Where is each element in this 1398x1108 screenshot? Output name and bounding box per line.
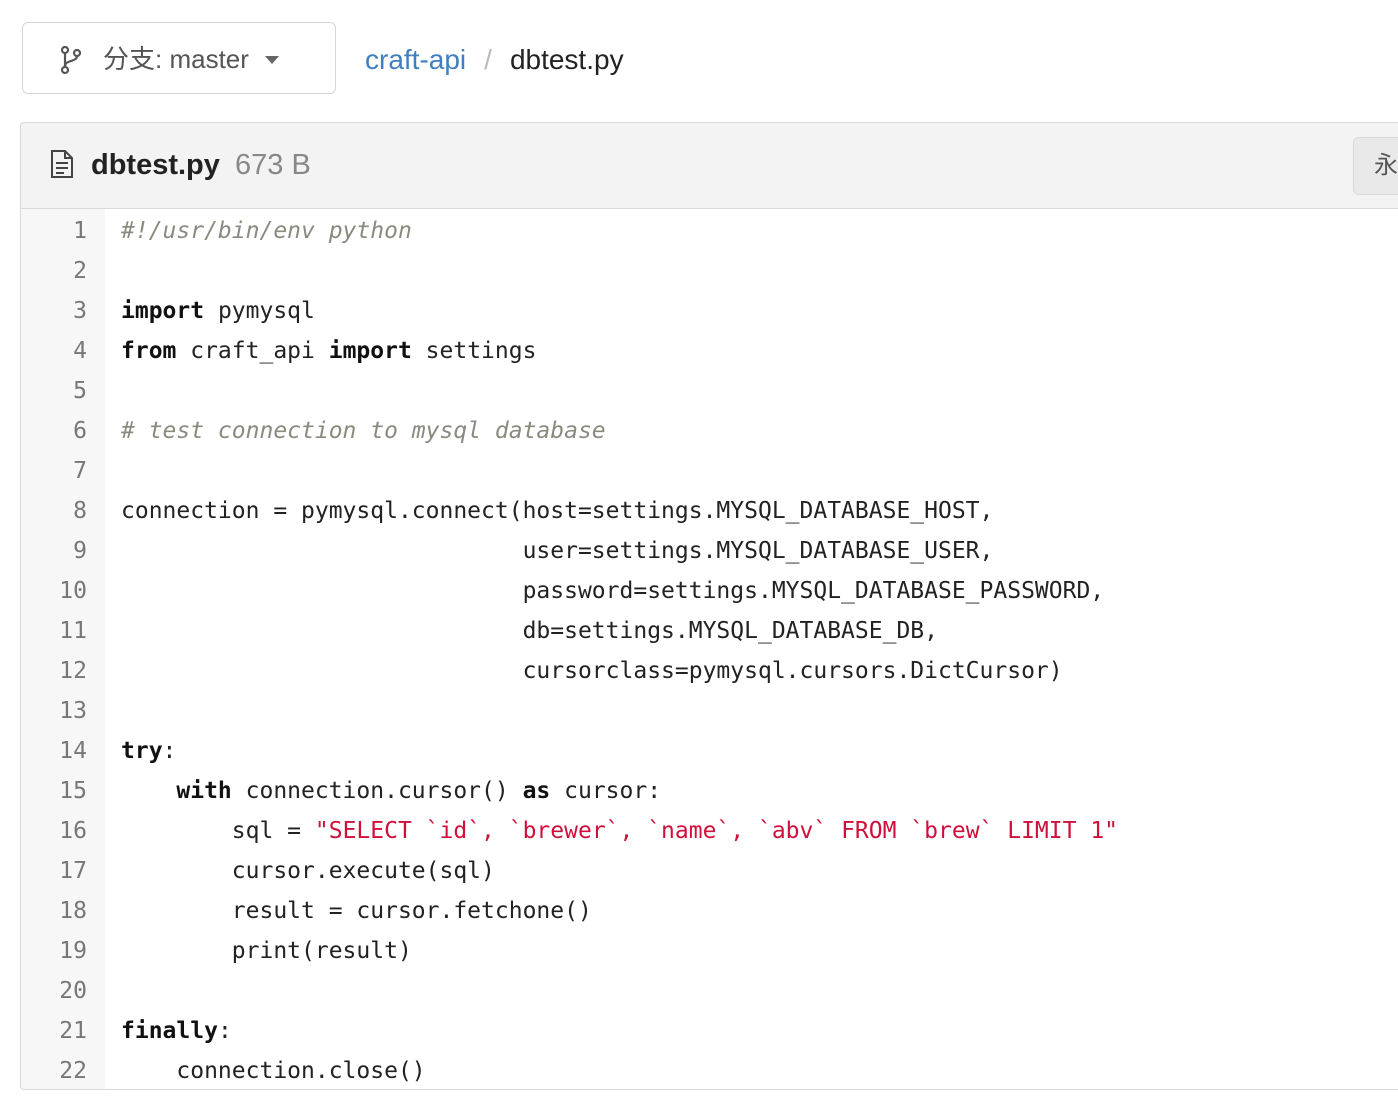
code-token: # test connection to mysql database: [121, 418, 606, 444]
code-token: settings: [411, 338, 537, 364]
breadcrumb-current-file: dbtest.py: [509, 44, 624, 75]
line-number[interactable]: 16: [21, 811, 87, 851]
code-token: as: [522, 778, 551, 804]
code-line: user=settings.MYSQL_DATABASE_USER,: [121, 531, 994, 571]
code-line: with connection.cursor() as cursor:: [121, 771, 661, 811]
code-token: cursorclass=pymysql.cursors.DictCursor): [121, 658, 1063, 684]
file-viewer: dbtest.py 673 B 永久链接 1234567891011121314…: [20, 122, 1398, 1090]
breadcrumb: craft-api / dbtest.py: [365, 36, 624, 84]
branch-label: 分支: master: [103, 44, 249, 74]
code-line: connection = pymysql.connect(host=settin…: [121, 491, 993, 531]
file-name: dbtest.py: [91, 149, 220, 181]
code-line: from craft_api import settings: [121, 331, 536, 371]
line-number[interactable]: 2: [21, 251, 87, 291]
code-line: print(result): [121, 931, 412, 971]
code-token: import: [121, 298, 205, 324]
code-token: :: [162, 738, 177, 764]
code-token: user=settings.MYSQL_DATABASE_USER,: [121, 538, 994, 564]
line-number[interactable]: 17: [21, 851, 87, 891]
code-line: result = cursor.fetchone(): [121, 891, 592, 931]
chevron-down-icon: [265, 56, 279, 64]
code-area: 1 2 3 4 5 6 7 8 9 10 11 12 13 14 15 16 17 18 19 20 21 22 #!/u…: [21, 209, 1398, 1089]
code-line: #!/usr/bin/env python: [121, 211, 412, 251]
line-number[interactable]: 18: [21, 891, 87, 931]
line-number[interactable]: 3: [21, 291, 87, 331]
line-number[interactable]: 5: [21, 371, 87, 411]
code-token: :: [217, 1018, 232, 1044]
code-token: pymysql: [204, 298, 315, 324]
git-branch-icon: [60, 45, 82, 75]
line-number[interactable]: 12: [21, 651, 87, 691]
code-token: #!/usr/bin/env python: [121, 218, 412, 244]
code-line: password=settings.MYSQL_DATABASE_PASSWOR…: [121, 571, 1105, 611]
line-number[interactable]: 6: [21, 411, 87, 451]
code-token: try: [121, 738, 163, 764]
line-number[interactable]: 22: [21, 1051, 87, 1089]
line-number[interactable]: 15: [21, 771, 87, 811]
code-line: # test connection to mysql database: [121, 411, 606, 451]
code-token: finally: [121, 1018, 218, 1044]
code-token: craft_api: [176, 338, 329, 364]
code-line: cursor.execute(sql): [121, 851, 495, 891]
line-number[interactable]: 13: [21, 691, 87, 731]
branch-selector-button[interactable]: 分支: master: [22, 22, 336, 94]
code-token: result = cursor.fetchone(): [121, 898, 592, 924]
file-header: dbtest.py 673 B 永久链接: [21, 123, 1398, 209]
code-token: "SELECT `id`, `brewer`, `name`, `abv` FR…: [314, 818, 1119, 844]
line-number[interactable]: 11: [21, 611, 87, 651]
file-size: 673 B: [235, 149, 311, 181]
code-line: try:: [121, 731, 176, 771]
code-token: sql =: [121, 818, 315, 844]
code-line: finally:: [121, 1011, 232, 1051]
code-token: cursor.execute(sql): [121, 858, 495, 884]
code-token: password=settings.MYSQL_DATABASE_PASSWOR…: [121, 578, 1105, 604]
code-token: connection.close(): [121, 1058, 426, 1084]
file-text-icon: [51, 150, 73, 178]
code-line: connection.close(): [121, 1051, 426, 1089]
line-number[interactable]: 7: [21, 451, 87, 491]
code-token: with: [176, 778, 232, 804]
line-number[interactable]: 4: [21, 331, 87, 371]
breadcrumb-repo-link[interactable]: craft-api: [365, 44, 466, 76]
line-number[interactable]: 10: [21, 571, 87, 611]
code-token: connection = pymysql.connect(host=settin…: [121, 498, 994, 524]
line-number[interactable]: 21: [21, 1011, 87, 1051]
line-number[interactable]: 8: [21, 491, 87, 531]
code-line: sql = "SELECT `id`, `brewer`, `name`, `a…: [121, 811, 1118, 851]
line-number-gutter: 1 2 3 4 5 6 7 8 9 10 11 12 13 14 15 16 17 18 19 20 21 22: [21, 209, 105, 1089]
code-token: cursor:: [550, 778, 662, 804]
line-number[interactable]: 19: [21, 931, 87, 971]
code-token: connection.cursor(): [231, 778, 523, 804]
code-line: import pymysql: [121, 291, 315, 331]
line-number[interactable]: 14: [21, 731, 87, 771]
code-token: import: [328, 338, 412, 364]
code-token: from: [121, 338, 177, 364]
code-line: db=settings.MYSQL_DATABASE_DB,: [121, 611, 938, 651]
permalink-button[interactable]: 永久链接: [1353, 137, 1398, 195]
code-token: db=settings.MYSQL_DATABASE_DB,: [121, 618, 938, 644]
line-number[interactable]: 20: [21, 971, 87, 1011]
code-line: cursorclass=pymysql.cursors.DictCursor): [121, 651, 1063, 691]
line-number[interactable]: 9: [21, 531, 87, 571]
breadcrumb-separator: /: [484, 44, 492, 75]
line-number[interactable]: 1: [21, 211, 87, 251]
code-token: print(result): [121, 938, 412, 964]
